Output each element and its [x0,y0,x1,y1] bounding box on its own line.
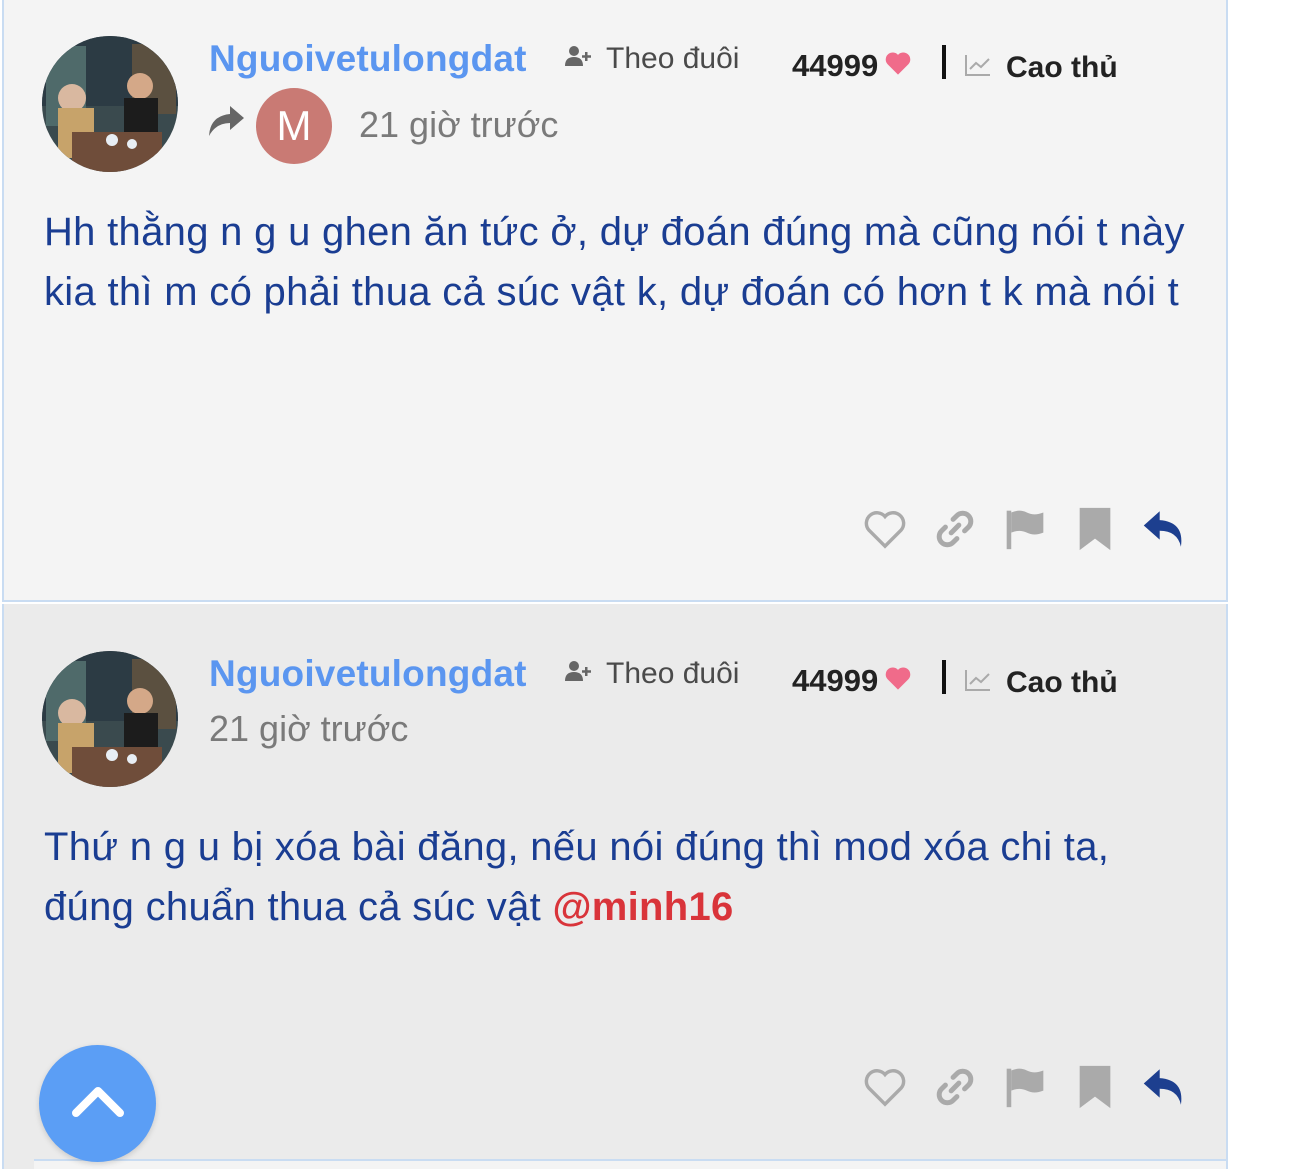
divider [34,1159,1226,1169]
divider [942,45,946,79]
user-plus-icon [564,42,592,76]
chart-line-icon [964,51,992,85]
score: 44999 [792,48,912,84]
avatar[interactable] [42,651,178,787]
follow-label: Theo đuôi [606,657,740,690]
username[interactable]: Nguoivetulongdat [209,38,527,80]
shared-user-avatar[interactable]: M [256,88,332,164]
comment-body: Hh thằng n g u ghen ăn tức ở, dự đoán đú… [44,210,1185,314]
user-plus-icon [564,657,592,691]
flag-icon[interactable] [1002,1064,1048,1110]
score: 44999 [792,663,912,699]
avatar[interactable] [42,36,178,172]
comment-actions [862,1064,1188,1110]
rank-badge: Cao thủ [964,51,1118,85]
chevron-up-icon [70,1083,126,1124]
heart-outline-icon[interactable] [862,1064,908,1110]
follow-button[interactable]: Theo đuôi [564,42,739,76]
follow-button[interactable]: Theo đuôi [564,657,739,691]
bookmark-icon[interactable] [1072,1064,1118,1110]
timestamp: 21 giờ trước [209,708,409,749]
link-icon[interactable] [932,506,978,552]
rank-badge: Cao thủ [964,666,1118,700]
bookmark-icon[interactable] [1072,506,1118,552]
comment-actions [862,506,1188,552]
flag-icon[interactable] [1002,506,1048,552]
score-value: 44999 [792,48,879,83]
timestamp: 21 giờ trước [359,104,559,145]
user-mention[interactable]: @minh16 [552,885,733,929]
divider [942,660,946,694]
share-arrow-icon [206,104,246,145]
comment-feed: Nguoivetulongdat Theo đuôi 44999 Cao thủ… [2,0,1228,1169]
rank-label: Cao thủ [1006,51,1118,84]
link-icon[interactable] [932,1064,978,1110]
reply-icon[interactable] [1142,506,1188,552]
rank-label: Cao thủ [1006,666,1118,699]
scroll-to-top-button[interactable] [39,1045,156,1162]
chart-line-icon [964,666,992,700]
heart-icon [884,48,912,84]
heart-icon [884,663,912,699]
reply-icon[interactable] [1142,1064,1188,1110]
comment-card: Nguoivetulongdat Theo đuôi 44999 Cao thủ… [2,0,1228,602]
score-value: 44999 [792,663,879,698]
heart-outline-icon[interactable] [862,506,908,552]
comment-body: Thứ n g u bị xóa bài đăng, nếu nói đúng … [44,817,1204,937]
comment-card: Nguoivetulongdat Theo đuôi 44999 Cao thủ… [2,604,1228,1169]
username[interactable]: Nguoivetulongdat [209,653,527,695]
follow-label: Theo đuôi [606,42,740,75]
